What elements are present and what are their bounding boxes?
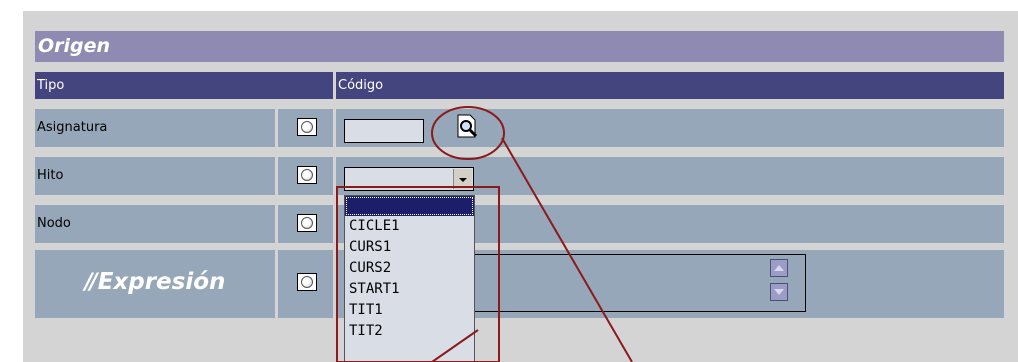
annotation-rectangle <box>336 186 500 362</box>
annotation-overlay <box>336 106 633 362</box>
annotation-circle <box>431 106 505 160</box>
annotation-line <box>501 137 633 362</box>
annotation-line <box>431 329 479 362</box>
